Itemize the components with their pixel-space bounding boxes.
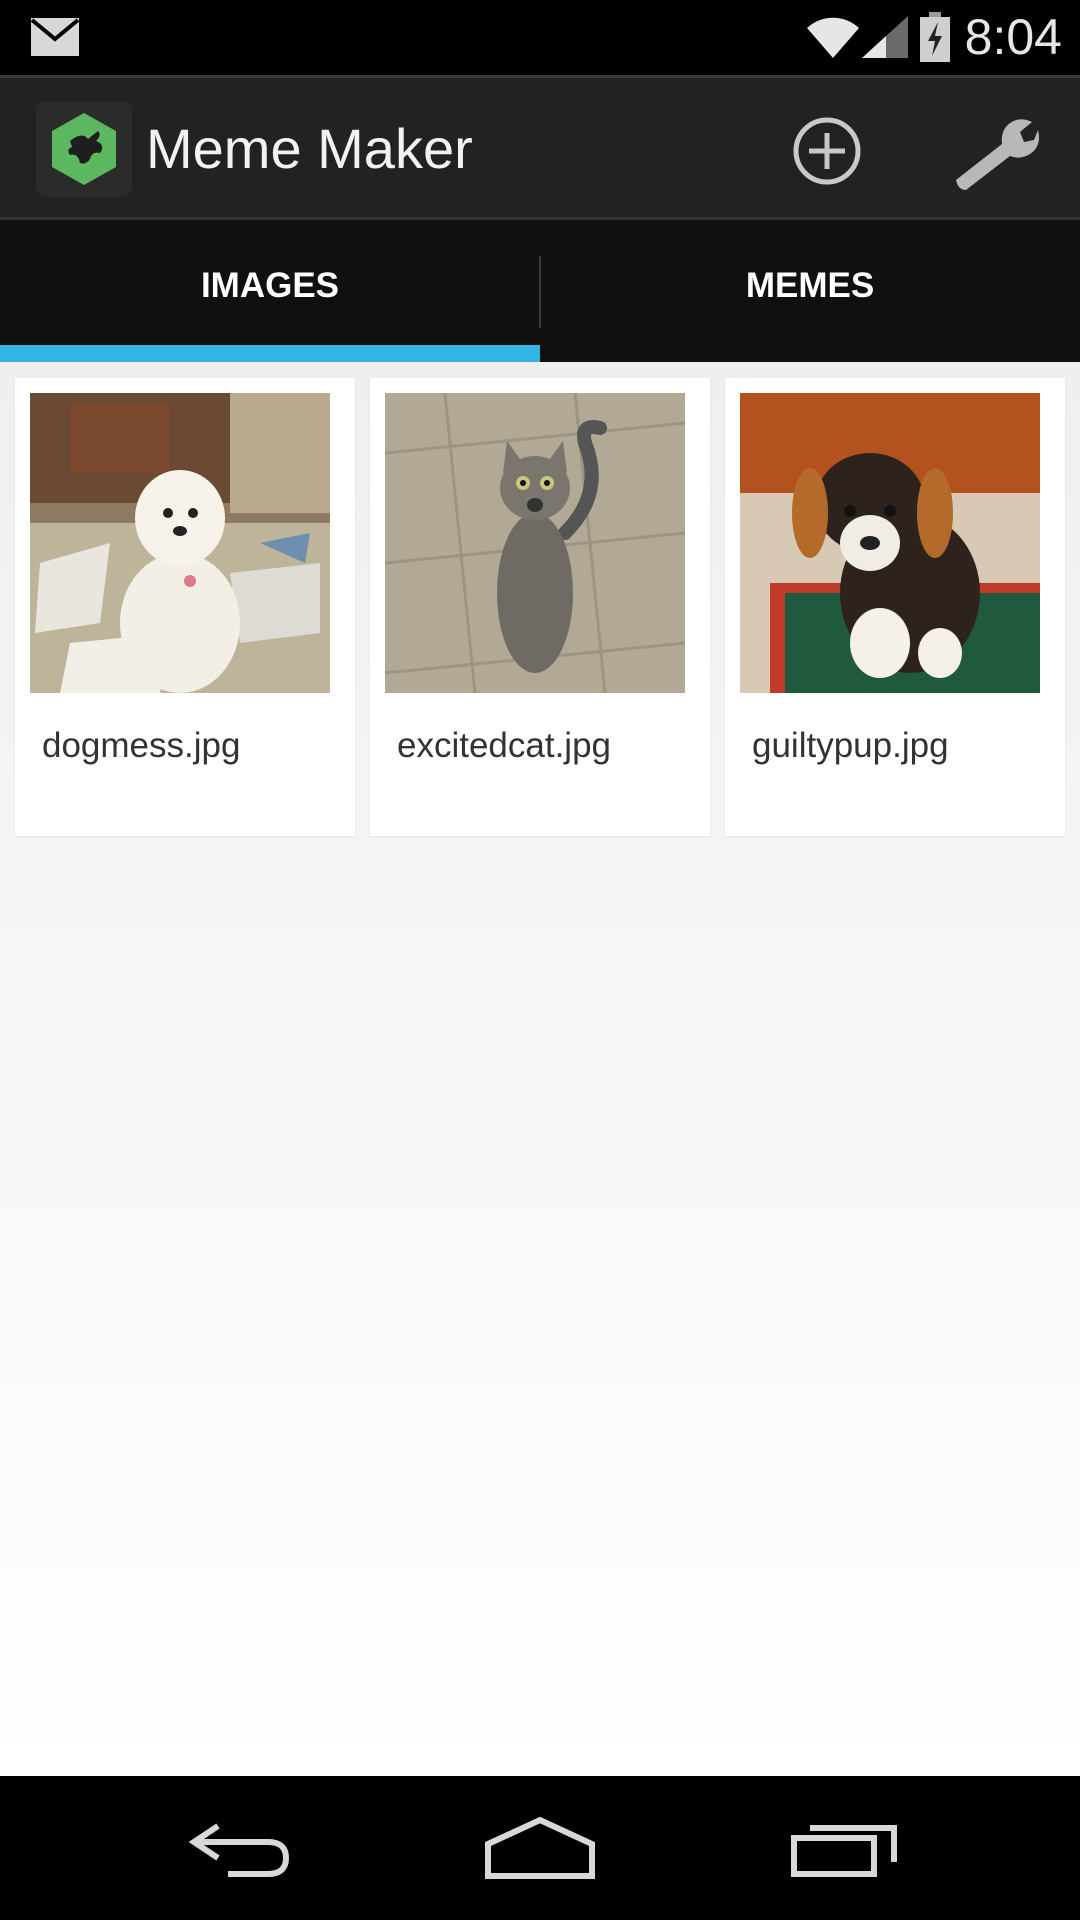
- tab-indicator: [0, 345, 540, 362]
- image-filename: guiltypup.jpg: [752, 726, 949, 765]
- treehouse-logo-icon: [52, 113, 116, 185]
- image-card-guiltypup[interactable]: guiltypup.jpg: [725, 378, 1065, 836]
- wrench-icon[interactable]: [950, 114, 1040, 194]
- back-icon[interactable]: [188, 1816, 292, 1880]
- status-bar: 8:04: [0, 0, 1080, 75]
- mail-icon: [30, 18, 80, 56]
- add-icon[interactable]: [792, 116, 862, 186]
- signal-icon: [862, 16, 908, 58]
- image-card-dogmess[interactable]: dogmess.jpg: [15, 378, 355, 836]
- image-filename: dogmess.jpg: [42, 726, 241, 765]
- image-grid: dogmess.jpg excitedcat.jpg guiltypup.jpg: [0, 362, 1080, 1776]
- tab-bar: IMAGES MEMES: [0, 220, 1080, 362]
- action-bar: Meme Maker: [0, 75, 1080, 220]
- image-filename: excitedcat.jpg: [397, 726, 612, 765]
- recents-icon[interactable]: [790, 1816, 900, 1880]
- status-time: 8:04: [964, 9, 1062, 65]
- image-thumbnail-dogmess: [30, 393, 330, 693]
- app-title: Meme Maker: [146, 117, 473, 180]
- home-icon[interactable]: [484, 1816, 596, 1880]
- tab-memes[interactable]: MEMES: [540, 220, 1080, 362]
- tab-images[interactable]: IMAGES: [0, 220, 540, 362]
- image-card-excitedcat[interactable]: excitedcat.jpg: [370, 378, 710, 836]
- battery-charging-icon: [920, 12, 950, 62]
- wifi-icon: [807, 17, 859, 58]
- image-thumbnail-excitedcat: [385, 393, 685, 693]
- app-icon[interactable]: [36, 101, 132, 197]
- image-thumbnail-guiltypup: [740, 393, 1040, 693]
- navigation-bar: [0, 1776, 1080, 1920]
